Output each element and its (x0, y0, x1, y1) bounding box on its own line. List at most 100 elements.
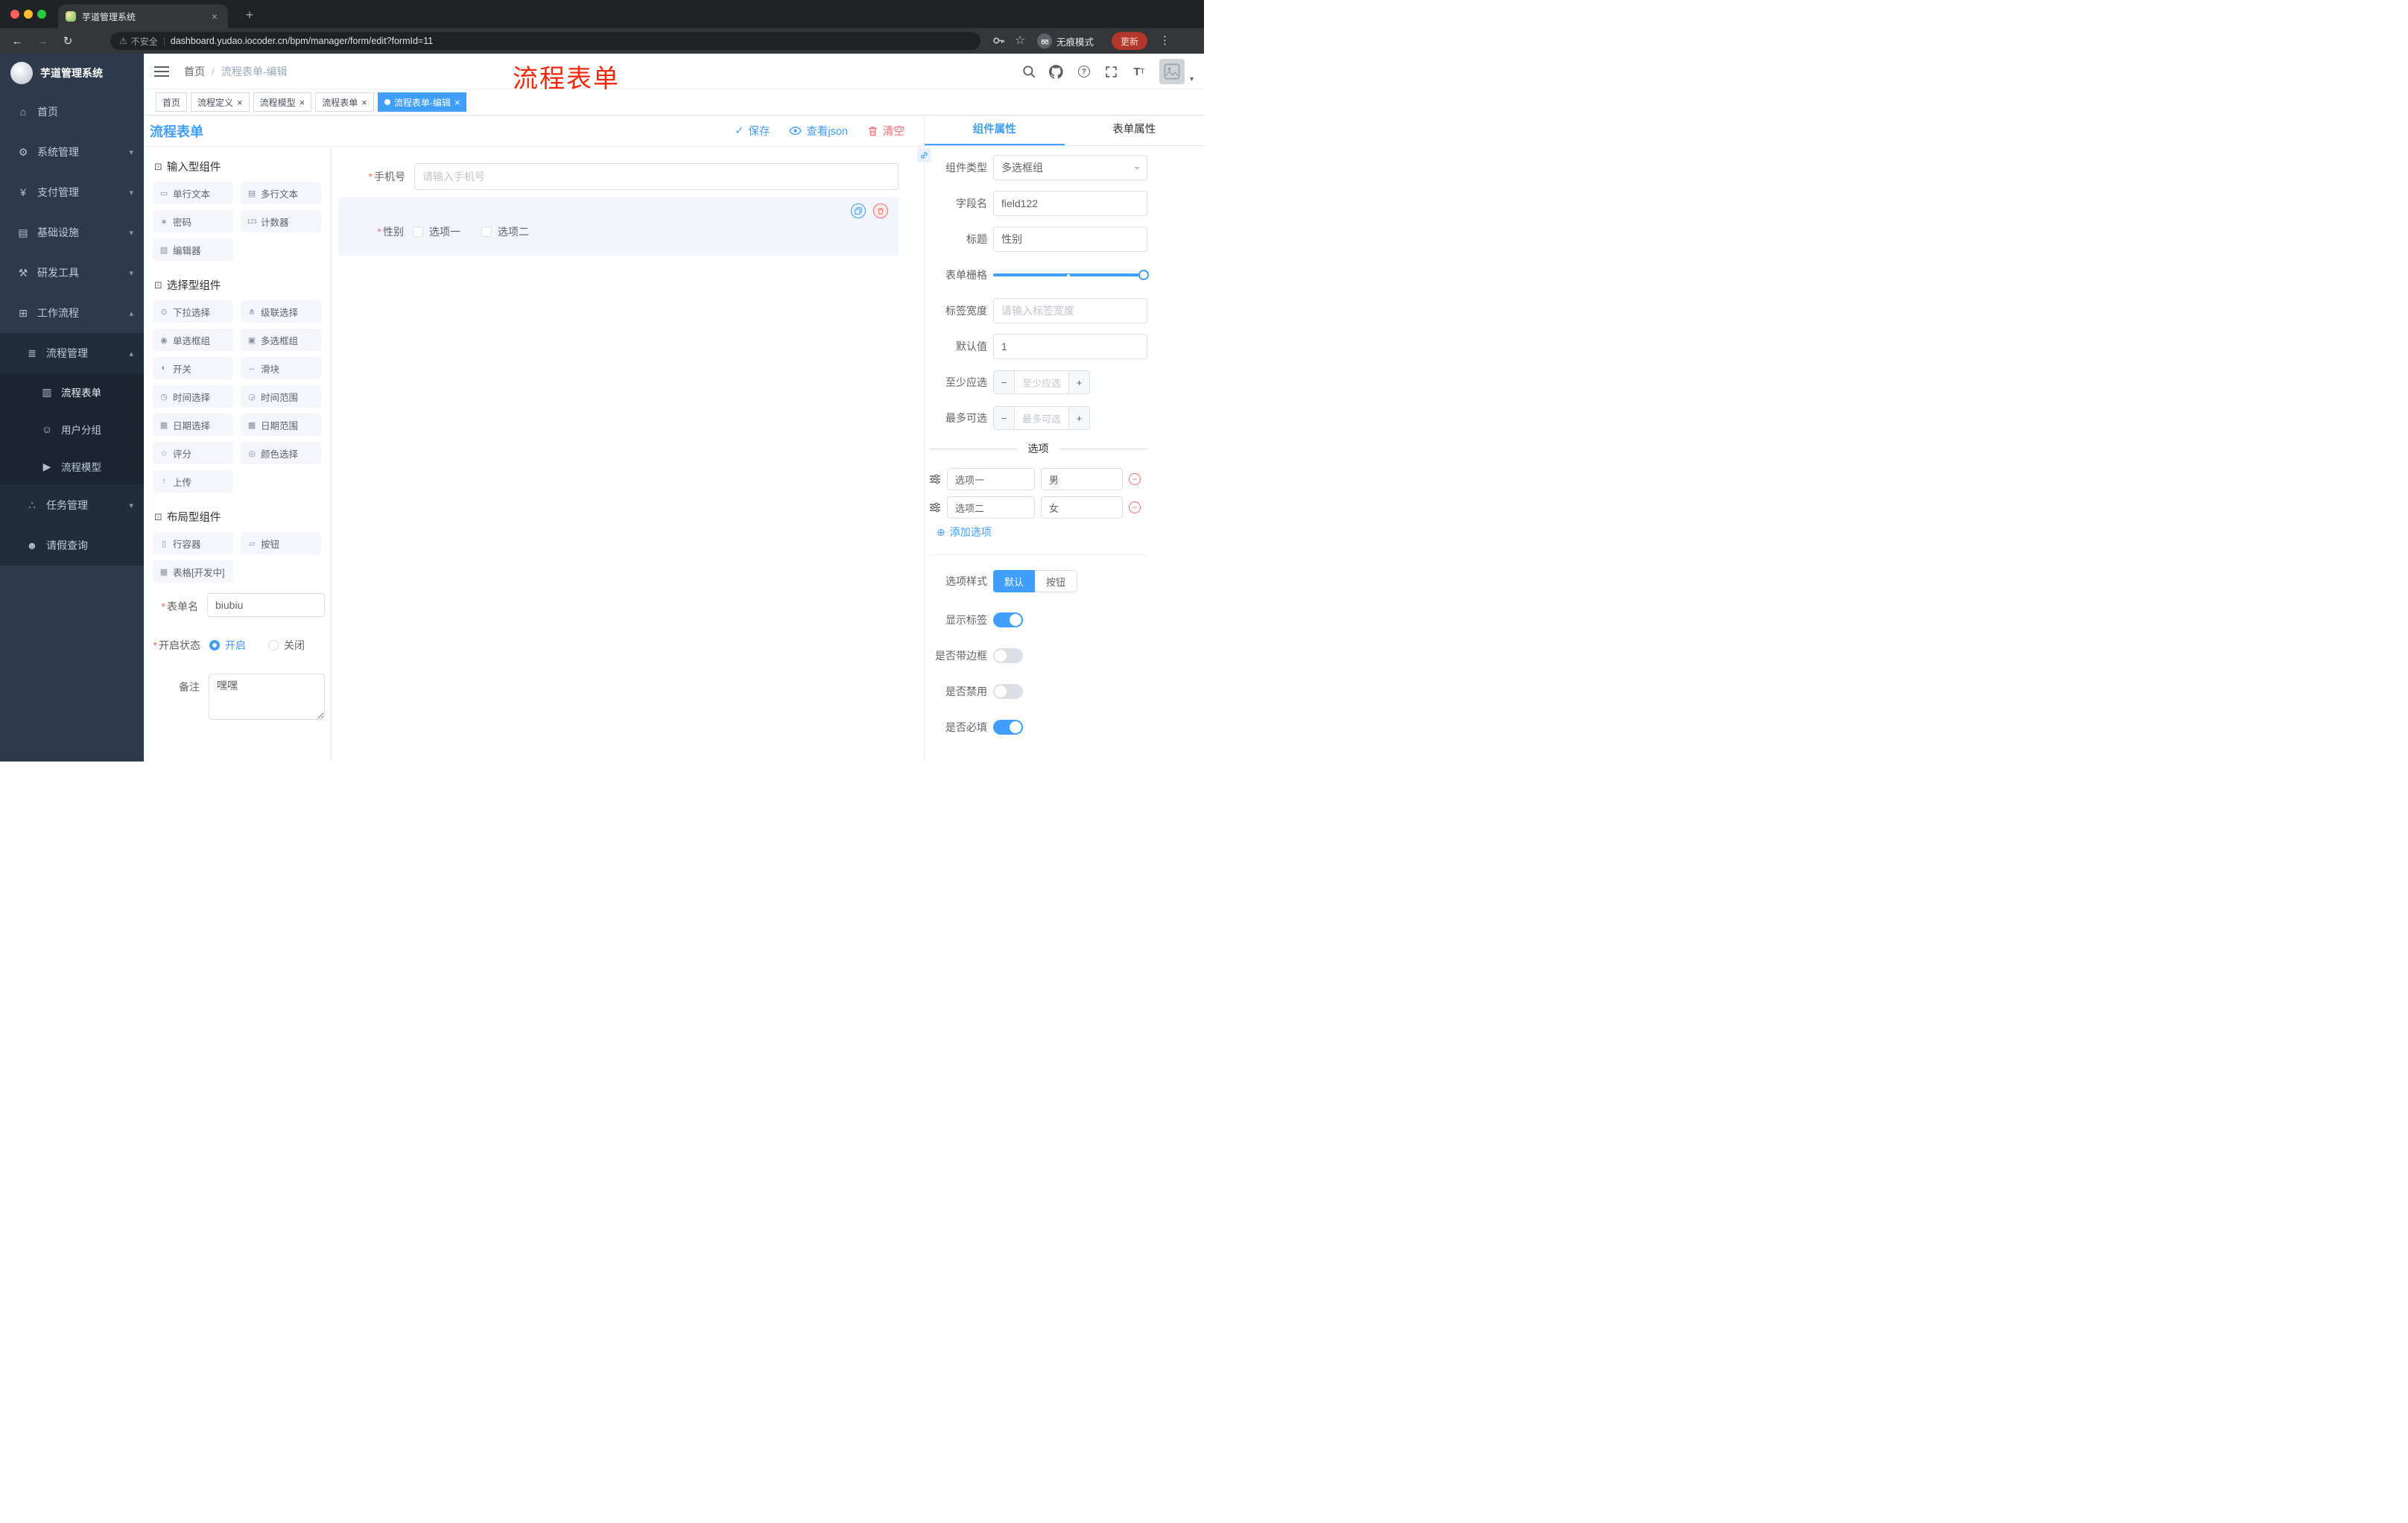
sidebar-item-process-form[interactable]: ▥ 流程表单 (0, 373, 144, 411)
sidebar-item-process-mgmt[interactable]: ≣ 流程管理 ▴ (0, 333, 144, 373)
tab-close-icon[interactable]: × (209, 10, 221, 22)
add-option-button[interactable]: ⊕ 添加选项 (937, 525, 1147, 539)
palette-item-table[interactable]: ▦ 表格[开发中] (153, 560, 233, 583)
increment-button[interactable]: + (1068, 371, 1089, 393)
form-remark-textarea[interactable]: 嘿嘿 (209, 674, 325, 720)
help-icon[interactable]: ? (1077, 64, 1091, 79)
tab-form-props[interactable]: 表单属性 (1065, 115, 1205, 145)
palette-item-dropdown[interactable]: ⊙ 下拉选择 (153, 300, 233, 323)
canvas-field-phone[interactable]: * 手机号 (340, 163, 899, 190)
github-icon[interactable] (1049, 64, 1064, 79)
style-default-button[interactable]: 默认 (993, 570, 1036, 592)
form-name-input[interactable] (207, 593, 325, 617)
sidebar-item-user-group[interactable]: ☺ 用户分组 (0, 411, 144, 448)
tag-process-form[interactable]: 流程表单 × (315, 92, 374, 112)
update-button[interactable]: 更新 (1112, 32, 1148, 50)
palette-item-radio-group[interactable]: ◉ 单选框组 (153, 329, 233, 351)
sidebar-item-process-model[interactable]: ▶ 流程模型 (0, 448, 144, 485)
phone-field-input[interactable] (414, 163, 899, 190)
security-status[interactable]: ⚠ 不安全 (119, 35, 158, 48)
status-radio-off[interactable]: 关闭 (268, 638, 305, 653)
palette-item-cascader[interactable]: ⋔ 级联选择 (241, 300, 321, 323)
font-size-icon[interactable]: TT (1132, 64, 1147, 79)
palette-item-checkbox-group[interactable]: ▣ 多选框组 (241, 329, 321, 351)
required-switch[interactable] (993, 720, 1023, 735)
delete-field-button[interactable] (873, 203, 888, 218)
component-type-select[interactable]: 多选框组 (993, 155, 1147, 180)
sidebar-item-payment[interactable]: ¥ 支付管理 ▾ (0, 172, 144, 212)
gender-option-1-checkbox[interactable]: 选项一 (413, 224, 460, 239)
sidebar-item-workflow[interactable]: ⊞ 工作流程 ▴ (0, 293, 144, 333)
back-icon[interactable]: ← (7, 31, 27, 51)
tag-close-icon[interactable]: × (454, 97, 460, 108)
tag-close-icon[interactable]: × (300, 97, 305, 108)
palette-item-time-picker[interactable]: ◷ 时间选择 (153, 385, 233, 408)
window-close-button[interactable] (10, 10, 19, 19)
window-minimize-button[interactable] (24, 10, 33, 19)
increment-button[interactable]: + (1068, 407, 1089, 429)
title-input[interactable] (993, 227, 1147, 252)
decrement-button[interactable]: − (994, 371, 1015, 393)
palette-item-slider[interactable]: ↔ 滑块 (241, 357, 321, 379)
sidebar-item-infra[interactable]: ▤ 基础设施 ▾ (0, 212, 144, 253)
browser-tab[interactable]: 芋道管理系统 × (58, 4, 228, 28)
reload-icon[interactable]: ↻ (58, 31, 77, 51)
user-avatar[interactable] (1159, 59, 1185, 84)
duplicate-field-button[interactable] (851, 203, 866, 218)
palette-item-row-container[interactable]: ▯ 行容器 (153, 532, 233, 554)
palette-item-button[interactable]: ▱ 按钮 (241, 532, 321, 554)
option-1-value-input[interactable] (1041, 468, 1123, 490)
label-width-input[interactable] (993, 298, 1147, 323)
field-name-input[interactable] (993, 191, 1147, 216)
fullscreen-icon[interactable] (1104, 64, 1119, 79)
clear-button[interactable]: 清空 (867, 123, 904, 139)
palette-item-switch[interactable]: ◐ 开关 (153, 357, 233, 379)
slider-handle[interactable] (1138, 270, 1149, 280)
remove-option-icon[interactable]: − (1129, 501, 1141, 513)
save-button[interactable]: ✓ 保存 (735, 123, 770, 139)
search-icon[interactable] (1021, 64, 1036, 79)
bookmark-star-icon[interactable]: ☆ (1015, 33, 1025, 48)
sidebar-toggle-icon[interactable] (154, 65, 169, 78)
palette-item-single-text[interactable]: ▭ 单行文本 (153, 182, 233, 204)
remove-option-icon[interactable]: − (1129, 473, 1141, 485)
max-select-value[interactable]: 最多可选 (1015, 407, 1068, 429)
palette-item-color-picker[interactable]: ◎ 颜色选择 (241, 442, 321, 464)
app-logo[interactable]: 芋道管理系统 (0, 54, 144, 92)
status-radio-on[interactable]: 开启 (209, 638, 246, 653)
sidebar-item-home[interactable]: ⌂ 首页 (0, 92, 144, 132)
tag-close-icon[interactable]: × (361, 97, 367, 108)
decrement-button[interactable]: − (994, 407, 1015, 429)
drag-handle-icon[interactable] (929, 473, 941, 485)
forward-icon[interactable]: → (33, 31, 52, 51)
palette-item-rate[interactable]: ☆ 评分 (153, 442, 233, 464)
palette-item-counter[interactable]: 123 计数器 (241, 210, 321, 232)
view-json-button[interactable]: 查看json (789, 123, 848, 139)
new-tab-button[interactable]: + (240, 5, 259, 25)
gender-option-2-checkbox[interactable]: 选项二 (481, 224, 529, 239)
palette-item-date-range[interactable]: ▩ 日期范围 (241, 414, 321, 436)
disabled-switch[interactable] (993, 684, 1023, 699)
option-2-value-input[interactable] (1041, 496, 1123, 519)
tab-component-props[interactable]: 组件属性 (925, 115, 1065, 145)
key-icon[interactable] (992, 34, 1005, 49)
tag-close-icon[interactable]: × (237, 97, 243, 108)
tag-process-form-edit[interactable]: 流程表单-编辑 × (377, 92, 467, 112)
breadcrumb-home[interactable]: 首页 (184, 64, 205, 79)
canvas-field-gender-selected[interactable]: * 性别 选项一 选项二 (338, 197, 899, 256)
option-2-name-input[interactable] (947, 496, 1035, 519)
option-1-name-input[interactable] (947, 468, 1035, 490)
tag-home[interactable]: 首页 (156, 92, 188, 112)
palette-item-upload[interactable]: ↑ 上传 (153, 470, 233, 493)
min-select-value[interactable]: 至少应选 (1015, 371, 1068, 393)
tag-process-model[interactable]: 流程模型 × (253, 92, 312, 112)
with-border-switch[interactable] (993, 648, 1023, 663)
sidebar-item-devtools[interactable]: ⚒ 研发工具 ▾ (0, 253, 144, 293)
sidebar-item-leave-query[interactable]: ☻ 请假查询 (0, 525, 144, 566)
sidebar-item-system[interactable]: ⚙ 系统管理 ▾ (0, 132, 144, 172)
palette-item-editor[interactable]: ▧ 编辑器 (153, 238, 233, 261)
palette-item-multi-text[interactable]: ▤ 多行文本 (241, 182, 321, 204)
browser-menu-icon[interactable]: ⋮ (1159, 34, 1170, 47)
palette-item-password[interactable]: ∗ 密码 (153, 210, 233, 232)
palette-item-time-range[interactable]: ◶ 时间范围 (241, 385, 321, 408)
